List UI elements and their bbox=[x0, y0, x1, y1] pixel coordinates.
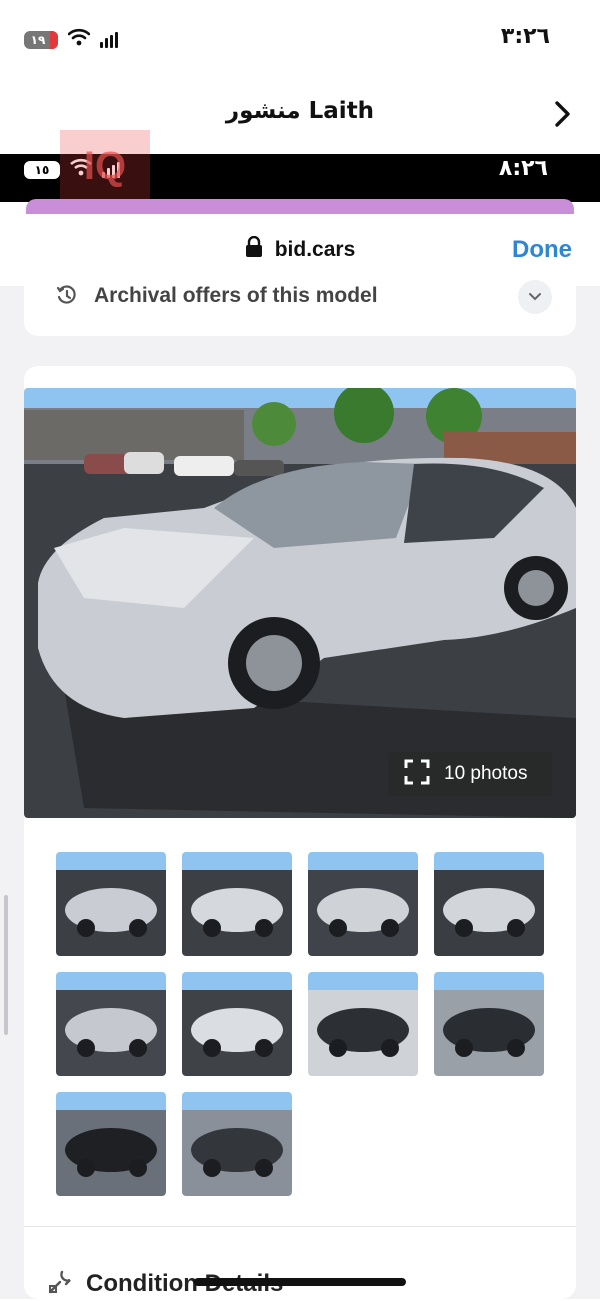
chevron-down-icon[interactable] bbox=[518, 280, 552, 314]
battery-icon: ١٩ bbox=[24, 30, 58, 49]
domain-text: bid.cars bbox=[274, 237, 356, 261]
chevron-right-icon[interactable] bbox=[550, 98, 576, 130]
thumbnail-10[interactable] bbox=[182, 1092, 292, 1196]
wrench-icon bbox=[46, 1268, 74, 1301]
archival-offers-card[interactable]: Archival offers of this model bbox=[24, 270, 576, 336]
thumbnail-6[interactable] bbox=[182, 972, 292, 1076]
wifi-icon bbox=[67, 28, 91, 51]
lock-icon bbox=[245, 235, 263, 263]
status-icons: ١٩ bbox=[24, 28, 118, 51]
thumbnail-5[interactable] bbox=[56, 972, 166, 1076]
thumbnail-1[interactable] bbox=[56, 852, 166, 956]
thumbnail-2[interactable] bbox=[182, 852, 292, 956]
fullscreen-icon bbox=[404, 759, 430, 790]
inner-battery-level: ١٥ bbox=[34, 162, 50, 177]
archival-label: Archival offers of this model bbox=[94, 284, 378, 307]
scrollbar[interactable] bbox=[4, 895, 8, 1035]
divider bbox=[24, 1226, 576, 1227]
outer-status-bar: ١٩ ٣:٢٦ bbox=[0, 0, 600, 78]
thumbnail-8[interactable] bbox=[434, 972, 544, 1076]
url-display[interactable]: bid.cars bbox=[0, 235, 600, 263]
watermark-logo: IQ bbox=[60, 130, 150, 202]
home-indicator[interactable] bbox=[194, 1278, 406, 1286]
thumbnail-7[interactable] bbox=[308, 972, 418, 1076]
photos-count-button[interactable]: 10 photos bbox=[388, 752, 552, 796]
thumbnail-4[interactable] bbox=[434, 852, 544, 956]
photos-count-label: 10 photos bbox=[444, 763, 528, 784]
inner-clock: ٨:٢٦ bbox=[498, 156, 548, 181]
thumbnail-3[interactable] bbox=[308, 852, 418, 956]
thumbnail-9[interactable] bbox=[56, 1092, 166, 1196]
battery-level: ١٩ bbox=[30, 32, 46, 47]
clock: ٣:٢٦ bbox=[500, 24, 550, 49]
history-icon bbox=[56, 284, 78, 311]
done-button[interactable]: Done bbox=[512, 236, 572, 264]
page-title: منشور Laith bbox=[225, 98, 375, 124]
signal-icon bbox=[100, 31, 118, 48]
inner-battery-icon: ١٥ bbox=[24, 160, 60, 179]
watermark-text: IQ bbox=[83, 143, 127, 188]
